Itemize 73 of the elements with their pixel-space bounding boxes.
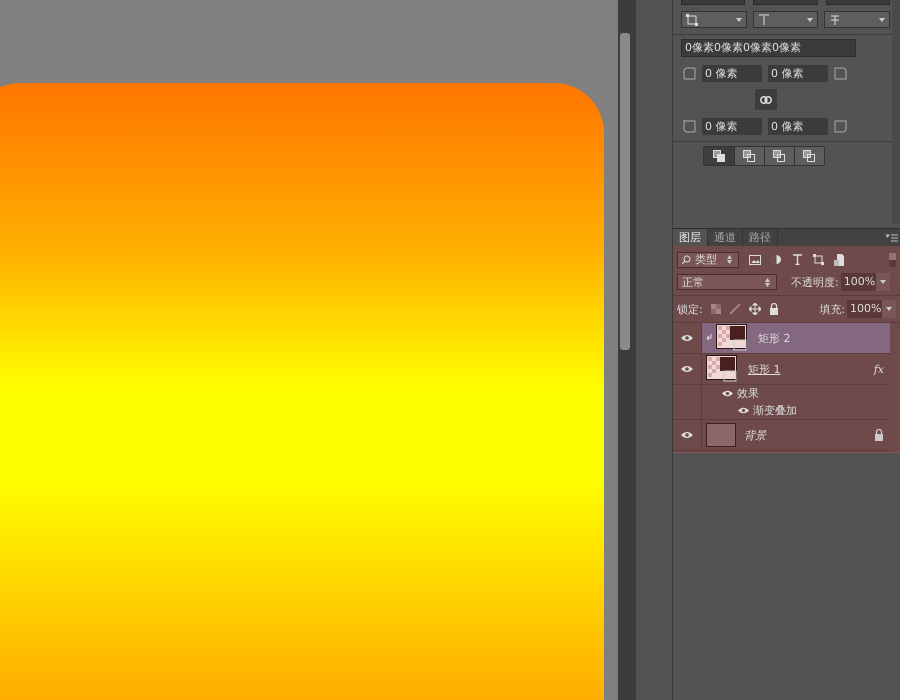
opacity-label: 不透明度: [791,274,839,290]
layer-name[interactable]: 矩形 1 [748,362,780,376]
shape-layer-thumbnail [706,355,740,383]
layer-name[interactable]: 矩形 2 [758,330,790,346]
fill-dropdown-button[interactable] [882,300,896,318]
eye-icon[interactable] [681,334,693,342]
effects-row[interactable]: 效果 [673,385,890,402]
fill-label: 填充: [819,302,845,316]
path-arrange-dropdown[interactable] [824,11,890,28]
smart-object-icon[interactable] [834,254,844,266]
filter-toggle[interactable] [889,252,896,266]
eye-icon[interactable] [722,390,733,397]
effect-row[interactable]: 渐变叠加 [673,402,890,420]
lock-icon[interactable] [768,303,779,315]
link-button[interactable] [754,89,776,110]
path-operation-button[interactable] [734,147,764,165]
effects-badge[interactable]: fx [874,362,884,376]
caret-icon [736,18,742,22]
checkerboard-icon[interactable] [710,304,721,314]
updown-caret-icon [765,278,770,286]
layer-filter-dropdown[interactable]: 类型 [677,252,739,268]
corner-icon [683,67,696,80]
scrollbar-thumb[interactable] [620,33,630,350]
chain-link-icon [760,96,772,104]
corner-icon [834,120,847,133]
shape-icon[interactable] [813,254,824,265]
overlapping-squares-icon [743,150,755,162]
eye-icon[interactable] [681,431,693,439]
panel-tab[interactable]: 图层 [673,229,708,246]
caret-icon [807,18,814,22]
radius-field[interactable]: 0 像素 [702,118,762,135]
image-icon[interactable] [749,254,761,264]
radius-field[interactable]: 0 像素 [768,118,828,135]
effect-label: 渐变叠加 [753,403,797,418]
path-transform-dropdown[interactable] [681,11,747,28]
eye-icon[interactable] [681,365,693,373]
layer-row[interactable]: 矩形 2 [673,323,890,354]
layer-row[interactable]: 矩形 1 fx [673,354,890,385]
corner-radius-field[interactable]: 0像素0像素0像素0像素 [681,39,856,57]
effects-label: 效果 [737,386,759,401]
background-thumbnail [706,423,736,447]
type-icon[interactable] [792,254,803,265]
updown-caret-icon [727,255,732,264]
caret-icon [879,18,886,22]
path-align-dropdown[interactable] [752,11,818,28]
caret-icon [886,307,892,311]
overlapping-squares-icon [773,150,785,162]
opacity-field[interactable]: 100% [840,273,876,291]
panel-menu-icon[interactable] [886,234,898,242]
shape-layer-thumbnail [716,324,750,352]
bounding-box-icon [686,14,698,26]
fill-field[interactable]: 100% [847,300,882,318]
path-operation-button[interactable] [704,147,734,165]
stack-order-icon [829,14,842,26]
half-circle-icon[interactable] [771,254,782,265]
path-operation-button[interactable] [794,147,824,165]
align-icon [758,14,770,26]
layer-name[interactable]: 背景 [744,428,766,442]
layer-row[interactable]: 背景 [673,420,890,451]
search-icon [682,255,691,264]
corner-icon [834,67,847,80]
opacity-dropdown-button[interactable] [876,273,890,291]
corner-icon [683,120,696,133]
overlapping-squares-icon [712,150,724,162]
path-operation-button[interactable] [764,147,794,165]
caret-icon [880,280,886,284]
radius-field[interactable]: 0 像素 [768,65,828,82]
lock-label: 锁定: [677,302,703,316]
radius-field[interactable]: 0 像素 [702,65,762,82]
eye-icon[interactable] [738,407,749,414]
overlapping-squares-icon [803,150,815,162]
blend-mode-dropdown[interactable]: 正常 [677,274,777,290]
move-arrows-icon[interactable] [748,303,761,315]
